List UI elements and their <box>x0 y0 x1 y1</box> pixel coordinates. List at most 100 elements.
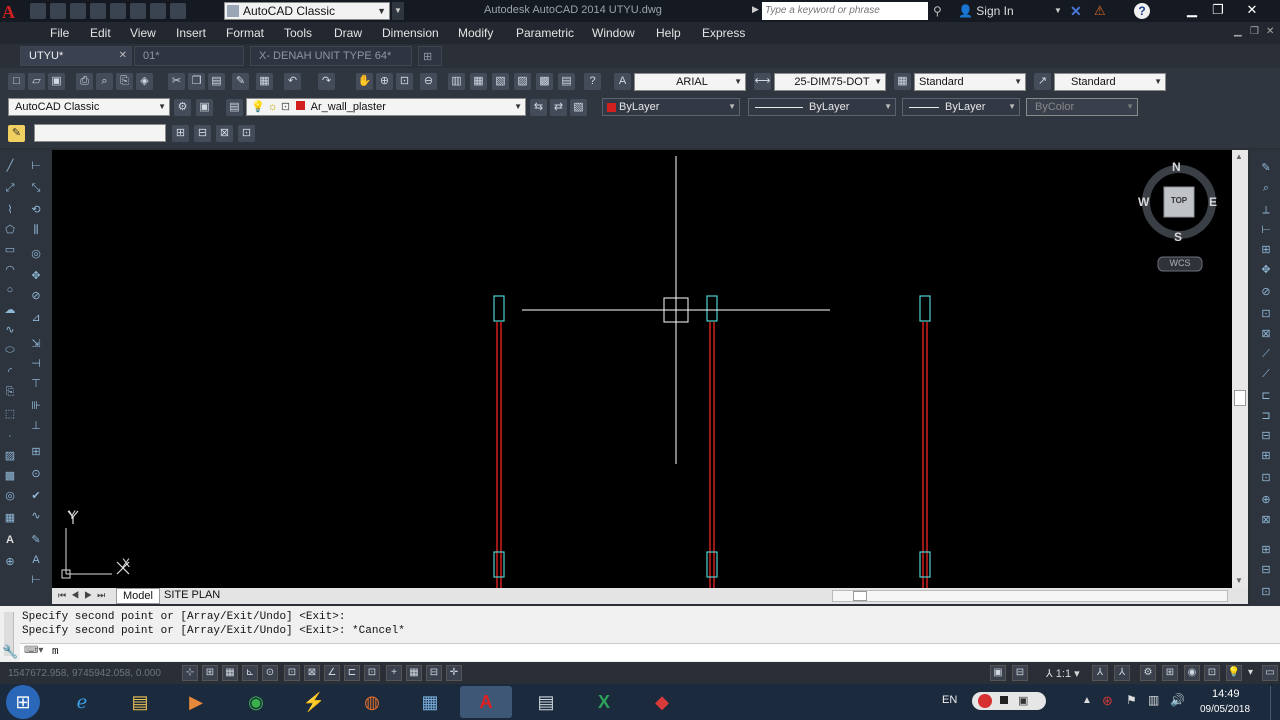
stretch-icon[interactable]: ⇲ <box>28 336 44 352</box>
edit-text-side-icon[interactable]: A <box>28 552 44 568</box>
mleader-style-select[interactable]: Standard ▼ <box>1054 73 1166 91</box>
doc-restore-icon[interactable]: ❐ <box>1250 26 1259 37</box>
taskbar-control-panel-icon[interactable]: ▦ <box>404 686 456 718</box>
properties-icon[interactable]: ▥ <box>448 73 465 90</box>
zoom-window-icon[interactable]: ⊡ <box>396 73 413 90</box>
taskbar-autocad-icon[interactable]: A <box>460 686 512 718</box>
sheet-set-icon[interactable]: ▨ <box>514 73 531 90</box>
tab-model[interactable]: Model <box>116 588 160 604</box>
preview-icon[interactable]: ⌕ <box>96 73 113 90</box>
text-justify-icon[interactable]: ⊠ <box>216 125 233 142</box>
close-icon[interactable]: ✕ <box>1240 1 1264 19</box>
menu-view[interactable]: View <box>130 26 156 40</box>
dim-angular-icon[interactable]: ⟋ <box>1258 346 1274 362</box>
tab-denah-unit[interactable]: X- DENAH UNIT TYPE 64* <box>250 46 412 66</box>
clock-time[interactable]: 14:49 <box>1212 688 1240 700</box>
layer-previous-icon[interactable]: ⇄ <box>550 99 567 116</box>
array-icon[interactable]: ◎ <box>28 246 44 262</box>
block-editor-icon[interactable]: ▦ <box>256 73 273 90</box>
point-icon[interactable]: · <box>2 428 18 444</box>
color-select[interactable]: ByLayer ▼ <box>602 98 740 116</box>
move-icon[interactable]: ✥ <box>28 268 44 284</box>
dynamic-ucs-icon[interactable]: ⊏ <box>344 665 360 681</box>
match-properties-icon[interactable]: ✎ <box>232 73 249 90</box>
ortho-icon[interactable]: ⟂ <box>1258 202 1274 218</box>
expand-icon[interactable]: ▼ <box>392 2 404 20</box>
polygon-icon[interactable]: ⬠ <box>2 222 18 238</box>
flag-icon[interactable]: ⚑ <box>1126 693 1137 707</box>
viewcube-east[interactable]: E <box>1209 195 1217 209</box>
start-button[interactable]: ⊞ <box>6 685 40 719</box>
taskbar-sketchup-icon[interactable]: ◆ <box>636 686 688 718</box>
table-style-icon[interactable]: ▦ <box>894 73 911 90</box>
region-icon[interactable]: ◎ <box>2 488 18 504</box>
erase-icon[interactable]: ⊢ <box>28 158 44 174</box>
close-icon[interactable]: ✕ <box>119 50 127 61</box>
viewcube-west[interactable]: W <box>1138 195 1149 209</box>
join-icon[interactable]: ⊥ <box>28 418 44 434</box>
table-style-select[interactable]: Standard ▼ <box>914 73 1026 91</box>
drawing-canvas[interactable]: N S E W TOP WCS X Y <box>52 150 1232 588</box>
dim-style-select[interactable]: 25-DIM75-DOT ▼ <box>774 73 886 91</box>
explode-icon[interactable]: ✔ <box>28 488 44 504</box>
taskbar-excel-icon[interactable]: X <box>578 686 630 718</box>
menu-edit[interactable]: Edit <box>90 26 111 40</box>
edit-polyline-icon[interactable]: ✎ <box>28 532 44 548</box>
ellipse-icon[interactable]: ⬭ <box>2 342 18 358</box>
search-input[interactable]: Type a keyword or phrase <box>762 2 928 20</box>
open-icon[interactable] <box>50 3 66 19</box>
menu-insert[interactable]: Insert <box>176 26 206 40</box>
mirror-icon[interactable]: ⟲ <box>28 202 44 218</box>
dim-linear-icon[interactable]: ⊢ <box>1258 222 1274 238</box>
ortho-mode-icon[interactable]: ⊾ <box>242 665 258 681</box>
auto-scale-icon[interactable]: ⅄ <box>1114 665 1130 681</box>
taskbar-media-icon[interactable]: ▶ <box>170 686 222 718</box>
make-current-icon[interactable]: ⇆ <box>530 99 547 116</box>
vertical-scrollbar[interactable]: ▲ ▼ <box>1232 150 1248 588</box>
dim-arc-icon[interactable]: ✥ <box>1258 262 1274 278</box>
circle-icon[interactable]: ○ <box>2 282 18 298</box>
redo-icon[interactable] <box>150 3 166 19</box>
layer-select[interactable]: 💡 ☼ ⊡ Ar_wall_plaster ▼ <box>246 98 526 116</box>
dynamic-input-icon[interactable]: ⊡ <box>364 665 380 681</box>
menu-window[interactable]: Window <box>592 26 635 40</box>
doc-minimize-icon[interactable]: ▁ <box>1234 26 1242 37</box>
taskbar-chrome-icon[interactable]: ◉ <box>230 686 282 718</box>
saveas-icon[interactable] <box>90 3 106 19</box>
3d-dwf-icon[interactable]: ◈ <box>136 73 153 90</box>
arc-icon[interactable]: ◠ <box>2 262 18 278</box>
grid-display-icon[interactable]: ▦ <box>222 665 238 681</box>
taskbar-ie-icon[interactable]: ℯ <box>56 686 108 718</box>
extend-icon[interactable]: ⊤ <box>28 376 44 392</box>
break-icon[interactable]: ⊪ <box>28 398 44 414</box>
menu-dimension[interactable]: Dimension <box>382 26 439 40</box>
add-selected-icon[interactable]: ⊕ <box>2 554 18 570</box>
dim-radius-icon[interactable]: ⊘ <box>1258 284 1274 300</box>
dim-aligned-icon[interactable]: ⊞ <box>1258 242 1274 258</box>
menu-file[interactable]: File <box>50 26 69 40</box>
minimize-icon[interactable]: ▁ <box>1180 1 1204 19</box>
exchange-icon[interactable]: ✕ <box>1070 3 1082 20</box>
menu-parametric[interactable]: Parametric <box>516 26 574 40</box>
pan-icon[interactable]: ✋ <box>356 73 373 90</box>
transparency-icon[interactable]: ▦ <box>406 665 422 681</box>
wrench-icon[interactable]: 🔧 <box>2 644 18 660</box>
otrack-icon[interactable]: ∠ <box>324 665 340 681</box>
inspection-icon[interactable]: ⊠ <box>1258 512 1274 528</box>
rectangle-icon[interactable]: ▭ <box>2 242 18 258</box>
markup-icon[interactable]: ▩ <box>536 73 553 90</box>
zoom-realtime-icon[interactable]: ⊕ <box>376 73 393 90</box>
quick-properties-icon[interactable]: ⊟ <box>426 665 442 681</box>
sign-in-button[interactable]: 👤 Sign In <box>958 4 1014 18</box>
lineweight-toggle-icon[interactable]: + <box>386 665 402 681</box>
save-icon[interactable]: ▣ <box>48 73 65 90</box>
autocad-logo-icon[interactable]: A <box>2 2 24 22</box>
gradient-icon[interactable]: ▩ <box>2 468 18 484</box>
quick-dim-icon[interactable]: ⟋ <box>1258 366 1274 382</box>
taskbar-flash-icon[interactable]: ⚡ <box>288 686 340 718</box>
menu-express[interactable]: Express <box>702 26 745 40</box>
tool-palettes-icon[interactable]: ▧ <box>492 73 509 90</box>
viewcube-top-face[interactable]: TOP <box>1164 196 1194 205</box>
dim-space-icon[interactable]: ⊟ <box>1258 428 1274 444</box>
layer-properties-icon[interactable]: ▤ <box>226 99 243 116</box>
